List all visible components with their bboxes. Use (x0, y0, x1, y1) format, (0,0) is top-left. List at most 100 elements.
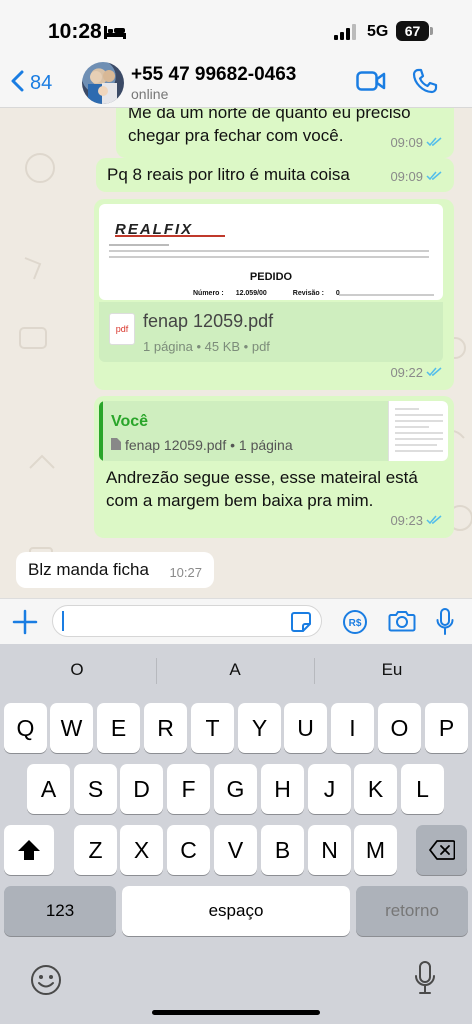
voice-call-button[interactable] (412, 68, 438, 99)
document-number: 12.059/00 (235, 290, 267, 297)
shift-key[interactable] (4, 825, 54, 875)
read-receipt-icon (426, 165, 442, 188)
key-y[interactable]: Y (238, 703, 281, 753)
read-receipt-icon (426, 361, 442, 384)
quote-thumbnail (388, 401, 448, 461)
key-z[interactable]: Z (74, 825, 117, 875)
camera-button[interactable] (388, 609, 416, 638)
space-key[interactable]: espaço (122, 886, 350, 936)
key-l[interactable]: L (401, 764, 444, 814)
microphone-button[interactable] (436, 608, 454, 641)
key-c[interactable]: C (167, 825, 210, 875)
reply-message-bubble[interactable]: Você fenap 12059.pdf • 1 página Andrezão… (94, 396, 454, 538)
attach-button[interactable] (12, 609, 38, 640)
battery-tip (430, 27, 433, 35)
back-button[interactable]: 84 (10, 68, 52, 98)
home-indicator (152, 1010, 320, 1015)
message-meta: 09:09 (390, 131, 442, 154)
message-text-line: Andrezão segue esse, esse mateiral está (106, 468, 418, 487)
key-j[interactable]: J (308, 764, 351, 814)
key-a[interactable]: A (27, 764, 70, 814)
backspace-icon (428, 840, 455, 860)
network-type: 5G (367, 23, 389, 40)
numbers-key[interactable]: 123 (4, 886, 116, 936)
message-text: Pq 8 reais por litro é muita coisa (107, 165, 350, 184)
payment-button[interactable]: R$ (342, 609, 368, 640)
quote-text: fenap 12059.pdf • 1 página (125, 437, 293, 453)
status-time: 10:28 (48, 20, 102, 43)
suggestion-item[interactable]: Eu (317, 656, 467, 684)
key-b[interactable]: B (261, 825, 304, 875)
contact-status: online (131, 86, 169, 102)
unread-count: 84 (30, 71, 53, 94)
chat-area[interactable]: Me da um norte de quanto eu preciso cheg… (0, 108, 472, 598)
message-text-line: Me da um norte de quanto eu preciso (128, 108, 411, 122)
key-r[interactable]: R (144, 703, 187, 753)
key-q[interactable]: Q (4, 703, 47, 753)
key-u[interactable]: U (284, 703, 327, 753)
svg-text:R$: R$ (349, 618, 362, 629)
message-time: 09:23 (390, 513, 423, 528)
key-o[interactable]: O (378, 703, 421, 753)
message-time: 09:22 (390, 365, 423, 380)
message-text: Andrezão segue esse, esse mateiral está … (106, 466, 418, 512)
key-e[interactable]: E (97, 703, 140, 753)
message-time: 09:09 (390, 169, 423, 184)
message-meta: 09:22 (390, 361, 442, 384)
document-number-row: Número : 12.059/00 Revisão : 0 (193, 282, 340, 300)
message-bubble-outgoing[interactable]: Pq 8 reais por litro é muita coisa 09:09 (96, 158, 454, 192)
message-bubble-outgoing[interactable]: Me da um norte de quanto eu preciso cheg… (116, 108, 454, 158)
key-s[interactable]: S (74, 764, 117, 814)
avatar[interactable] (82, 62, 124, 104)
key-t[interactable]: T (191, 703, 234, 753)
read-receipt-icon (426, 131, 442, 154)
video-call-button[interactable] (356, 70, 386, 97)
status-bar: 10:28 5G 67 (0, 0, 472, 60)
key-x[interactable]: X (120, 825, 163, 875)
key-h[interactable]: H (261, 764, 304, 814)
message-meta: 09:23 (390, 509, 442, 532)
document-preview[interactable]: REALFIX PEDIDO Número : 12.059/00 Revisã… (99, 204, 443, 300)
key-k[interactable]: K (354, 764, 397, 814)
message-composer: R$ (0, 598, 472, 644)
message-text: Blz manda ficha (28, 560, 149, 579)
message-text-line: com a margem bem baixa pra mim. (106, 491, 374, 510)
message-meta: 10:27 (169, 561, 202, 584)
key-d[interactable]: D (120, 764, 163, 814)
document-header-lines (109, 244, 434, 258)
message-time: 10:27 (169, 565, 202, 580)
backspace-key[interactable] (416, 825, 467, 875)
contact-name[interactable]: +55 47 99682-0463 (131, 64, 296, 86)
key-p[interactable]: P (425, 703, 468, 753)
text-caret (62, 611, 64, 631)
key-w[interactable]: W (50, 703, 93, 753)
key-v[interactable]: V (214, 825, 257, 875)
key-f[interactable]: F (167, 764, 210, 814)
quoted-message[interactable]: Você fenap 12059.pdf • 1 página (99, 401, 448, 461)
document-file-info[interactable]: pdf fenap 12059.pdf 1 página • 45 KB • p… (99, 302, 443, 362)
chevron-left-icon (10, 70, 24, 97)
message-text-line: chegar pra fechar com você. (128, 126, 344, 145)
document-file-name: fenap 12059.pdf (143, 311, 274, 331)
document-message-bubble[interactable]: REALFIX PEDIDO Número : 12.059/00 Revisã… (94, 199, 454, 390)
emoji-icon[interactable] (30, 964, 62, 1001)
document-icon (111, 434, 121, 457)
return-key[interactable]: retorno (356, 886, 468, 936)
message-bubble-incoming[interactable]: Blz manda ficha 10:27 (16, 552, 214, 588)
suggestion-item[interactable]: O (2, 656, 152, 684)
message-text: Me da um norte de quanto eu preciso cheg… (128, 108, 411, 147)
quote-content: fenap 12059.pdf • 1 página (111, 434, 293, 457)
cellular-signal-icon (334, 24, 358, 45)
suggestion-item[interactable]: A (160, 656, 310, 684)
pdf-file-icon: pdf (109, 313, 135, 345)
key-i[interactable]: I (331, 703, 374, 753)
key-m[interactable]: M (354, 825, 397, 875)
key-n[interactable]: N (308, 825, 351, 875)
shift-arrow-icon (18, 840, 40, 860)
dictation-mic-icon[interactable] (414, 960, 436, 1001)
message-input[interactable] (52, 605, 322, 637)
key-g[interactable]: G (214, 764, 257, 814)
keyboard: O A Eu Q W E R T Y U I O P A S D F G H J… (0, 644, 472, 1024)
sticker-button[interactable] (290, 611, 312, 638)
message-time: 09:09 (390, 135, 423, 150)
